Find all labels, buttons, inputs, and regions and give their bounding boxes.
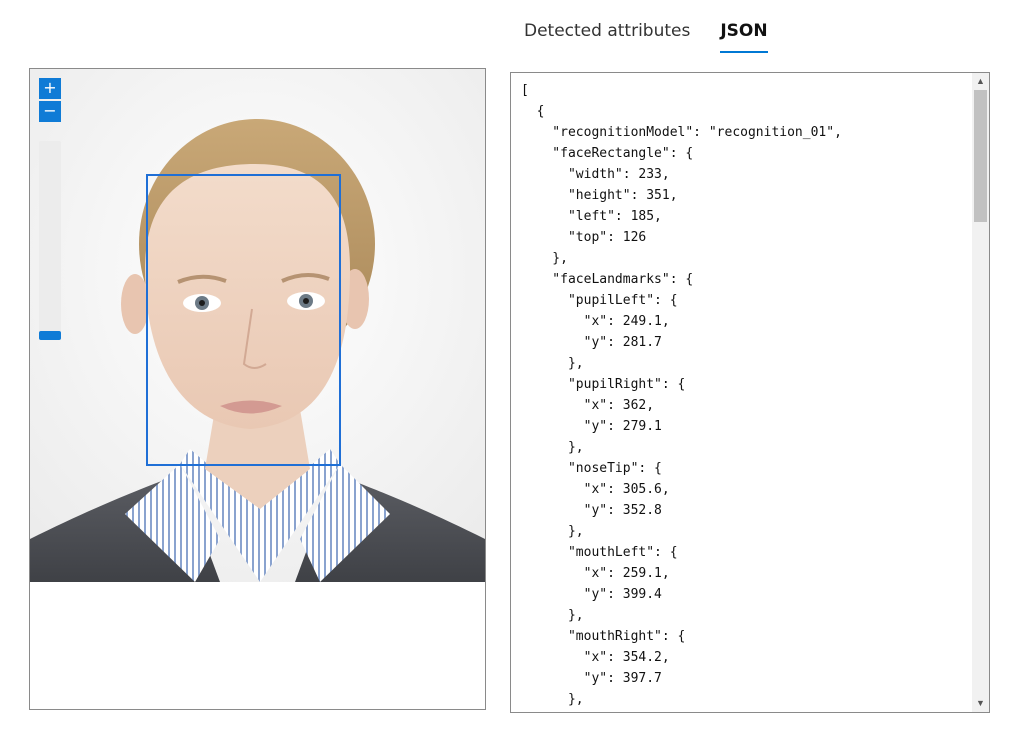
json-line: "mouthLeft": { — [521, 545, 678, 560]
json-line: }, — [521, 356, 584, 371]
json-line: "top": 126 — [521, 230, 647, 245]
json-line: "height": 351, — [521, 188, 678, 203]
scroll-thumb[interactable] — [974, 90, 987, 222]
json-output-panel[interactable]: [ { "recognitionModel": "recognition_01"… — [510, 72, 990, 713]
json-line: "noseTip": { — [521, 461, 662, 476]
json-line: "faceRectangle": { — [521, 146, 694, 161]
zoom-slider-thumb[interactable] — [39, 331, 61, 340]
json-line: }, — [521, 608, 584, 623]
image-viewer[interactable]: + − — [29, 68, 486, 710]
json-line: "faceLandmarks": { — [521, 272, 694, 287]
json-line: "width": 233, — [521, 167, 670, 182]
result-tabs: Detected attributes JSON — [524, 18, 768, 53]
face-rectangle-overlay — [146, 174, 341, 466]
json-line: "y": 352.8 — [521, 503, 662, 518]
json-code-view: [ { "recognitionModel": "recognition_01"… — [521, 80, 967, 712]
scroll-up-arrow-icon[interactable]: ▲ — [972, 73, 989, 90]
json-line: "recognitionModel": "recognition_01", — [521, 125, 842, 140]
json-line: "y": 281.7 — [521, 335, 662, 350]
zoom-slider-track[interactable] — [39, 141, 61, 340]
json-line: "pupilRight": { — [521, 377, 686, 392]
face-detection-demo: Detected attributes JSON + − [{"recogn… — [0, 0, 1016, 746]
json-line: "left": 185, — [521, 209, 662, 224]
json-line: "pupilLeft": { — [521, 293, 678, 308]
json-scrollbar[interactable]: ▲ ▼ — [972, 73, 989, 712]
json-line: "mouthRight": { — [521, 629, 686, 644]
json-line: }, — [521, 251, 568, 266]
json-line: "x": 259.1, — [521, 566, 670, 581]
json-line: "y": 399.4 — [521, 587, 662, 602]
tab-detected-attributes[interactable]: Detected attributes — [524, 18, 690, 53]
json-line: }, — [521, 692, 584, 707]
json-line: "x": 362, — [521, 398, 655, 413]
face-photo — [30, 69, 485, 582]
zoom-out-button[interactable]: − — [39, 101, 61, 122]
json-line: }, — [521, 524, 584, 539]
json-line: "y": 279.1 — [521, 419, 662, 434]
json-line: }, — [521, 440, 584, 455]
json-line: [ — [521, 83, 529, 98]
tab-json[interactable]: JSON — [720, 18, 768, 53]
json-line: "y": 397.7 — [521, 671, 662, 686]
json-line: "x": 249.1, — [521, 314, 670, 329]
json-line: "x": 305.6, — [521, 482, 670, 497]
zoom-in-button[interactable]: + — [39, 78, 61, 99]
scroll-down-arrow-icon[interactable]: ▼ — [972, 695, 989, 712]
json-line: "x": 354.2, — [521, 650, 670, 665]
json-line: { — [521, 104, 545, 119]
